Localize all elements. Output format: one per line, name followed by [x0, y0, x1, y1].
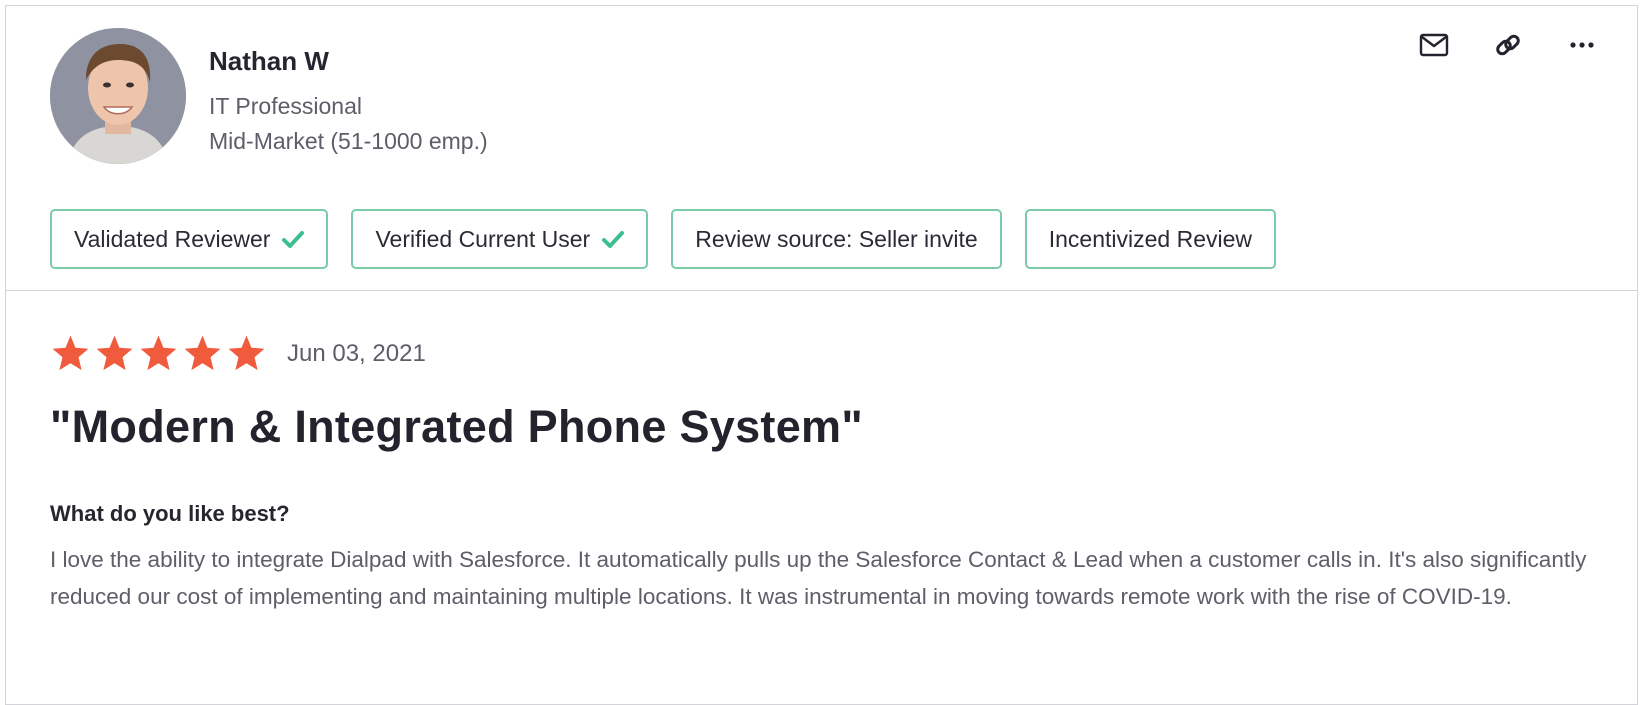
envelope-icon [1419, 33, 1449, 57]
copy-link-button[interactable] [1491, 28, 1525, 62]
reviewer-name[interactable]: Nathan W [209, 46, 329, 77]
review-card: Nathan W IT Professional Mid-Market (51-… [5, 5, 1638, 705]
badge-verified-current-user[interactable]: Verified Current User [351, 209, 649, 269]
star-filled-icon [184, 335, 221, 371]
reviewer-avatar[interactable] [50, 28, 186, 164]
star-rating [50, 333, 267, 374]
rating-row: Jun 03, 2021 [50, 333, 426, 374]
more-options-button[interactable] [1565, 28, 1599, 62]
star-filled-icon [96, 335, 133, 371]
reviewer-badges: Validated Reviewer Verified Current User… [50, 209, 1276, 269]
check-icon [602, 230, 625, 248]
review-question: What do you like best? [50, 501, 290, 526]
badge-validated-reviewer[interactable]: Validated Reviewer [50, 209, 329, 269]
reviewer-header: Nathan W IT Professional Mid-Market (51-… [6, 6, 1637, 291]
link-icon [1496, 34, 1520, 56]
review-actions [1417, 28, 1599, 62]
avatar-photo [50, 28, 186, 164]
reviewer-role: IT Professional [209, 93, 362, 119]
reviewer-segment: Mid-Market (51-1000 emp.) [209, 128, 488, 154]
badge-label: Validated Reviewer [74, 225, 271, 252]
more-icon [1570, 42, 1594, 48]
star-filled-icon [228, 335, 265, 371]
badge-label: Incentivized Review [1048, 225, 1252, 252]
star-filled-icon [52, 335, 89, 371]
badge-label: Verified Current User [375, 225, 591, 252]
review-answer: I love the ability to integrate Dialpad … [50, 547, 1587, 609]
review-date: Jun 03, 2021 [287, 339, 426, 367]
check-icon [282, 230, 305, 248]
badge-label: Review source: Seller invite [695, 225, 978, 252]
badge-review-source[interactable]: Review source: Seller invite [671, 209, 1002, 269]
star-filled-icon [140, 335, 177, 371]
badge-incentivized-review[interactable]: Incentivized Review [1024, 209, 1276, 269]
email-button[interactable] [1417, 28, 1451, 62]
review-title[interactable]: "Modern & Integrated Phone System" [50, 401, 863, 453]
